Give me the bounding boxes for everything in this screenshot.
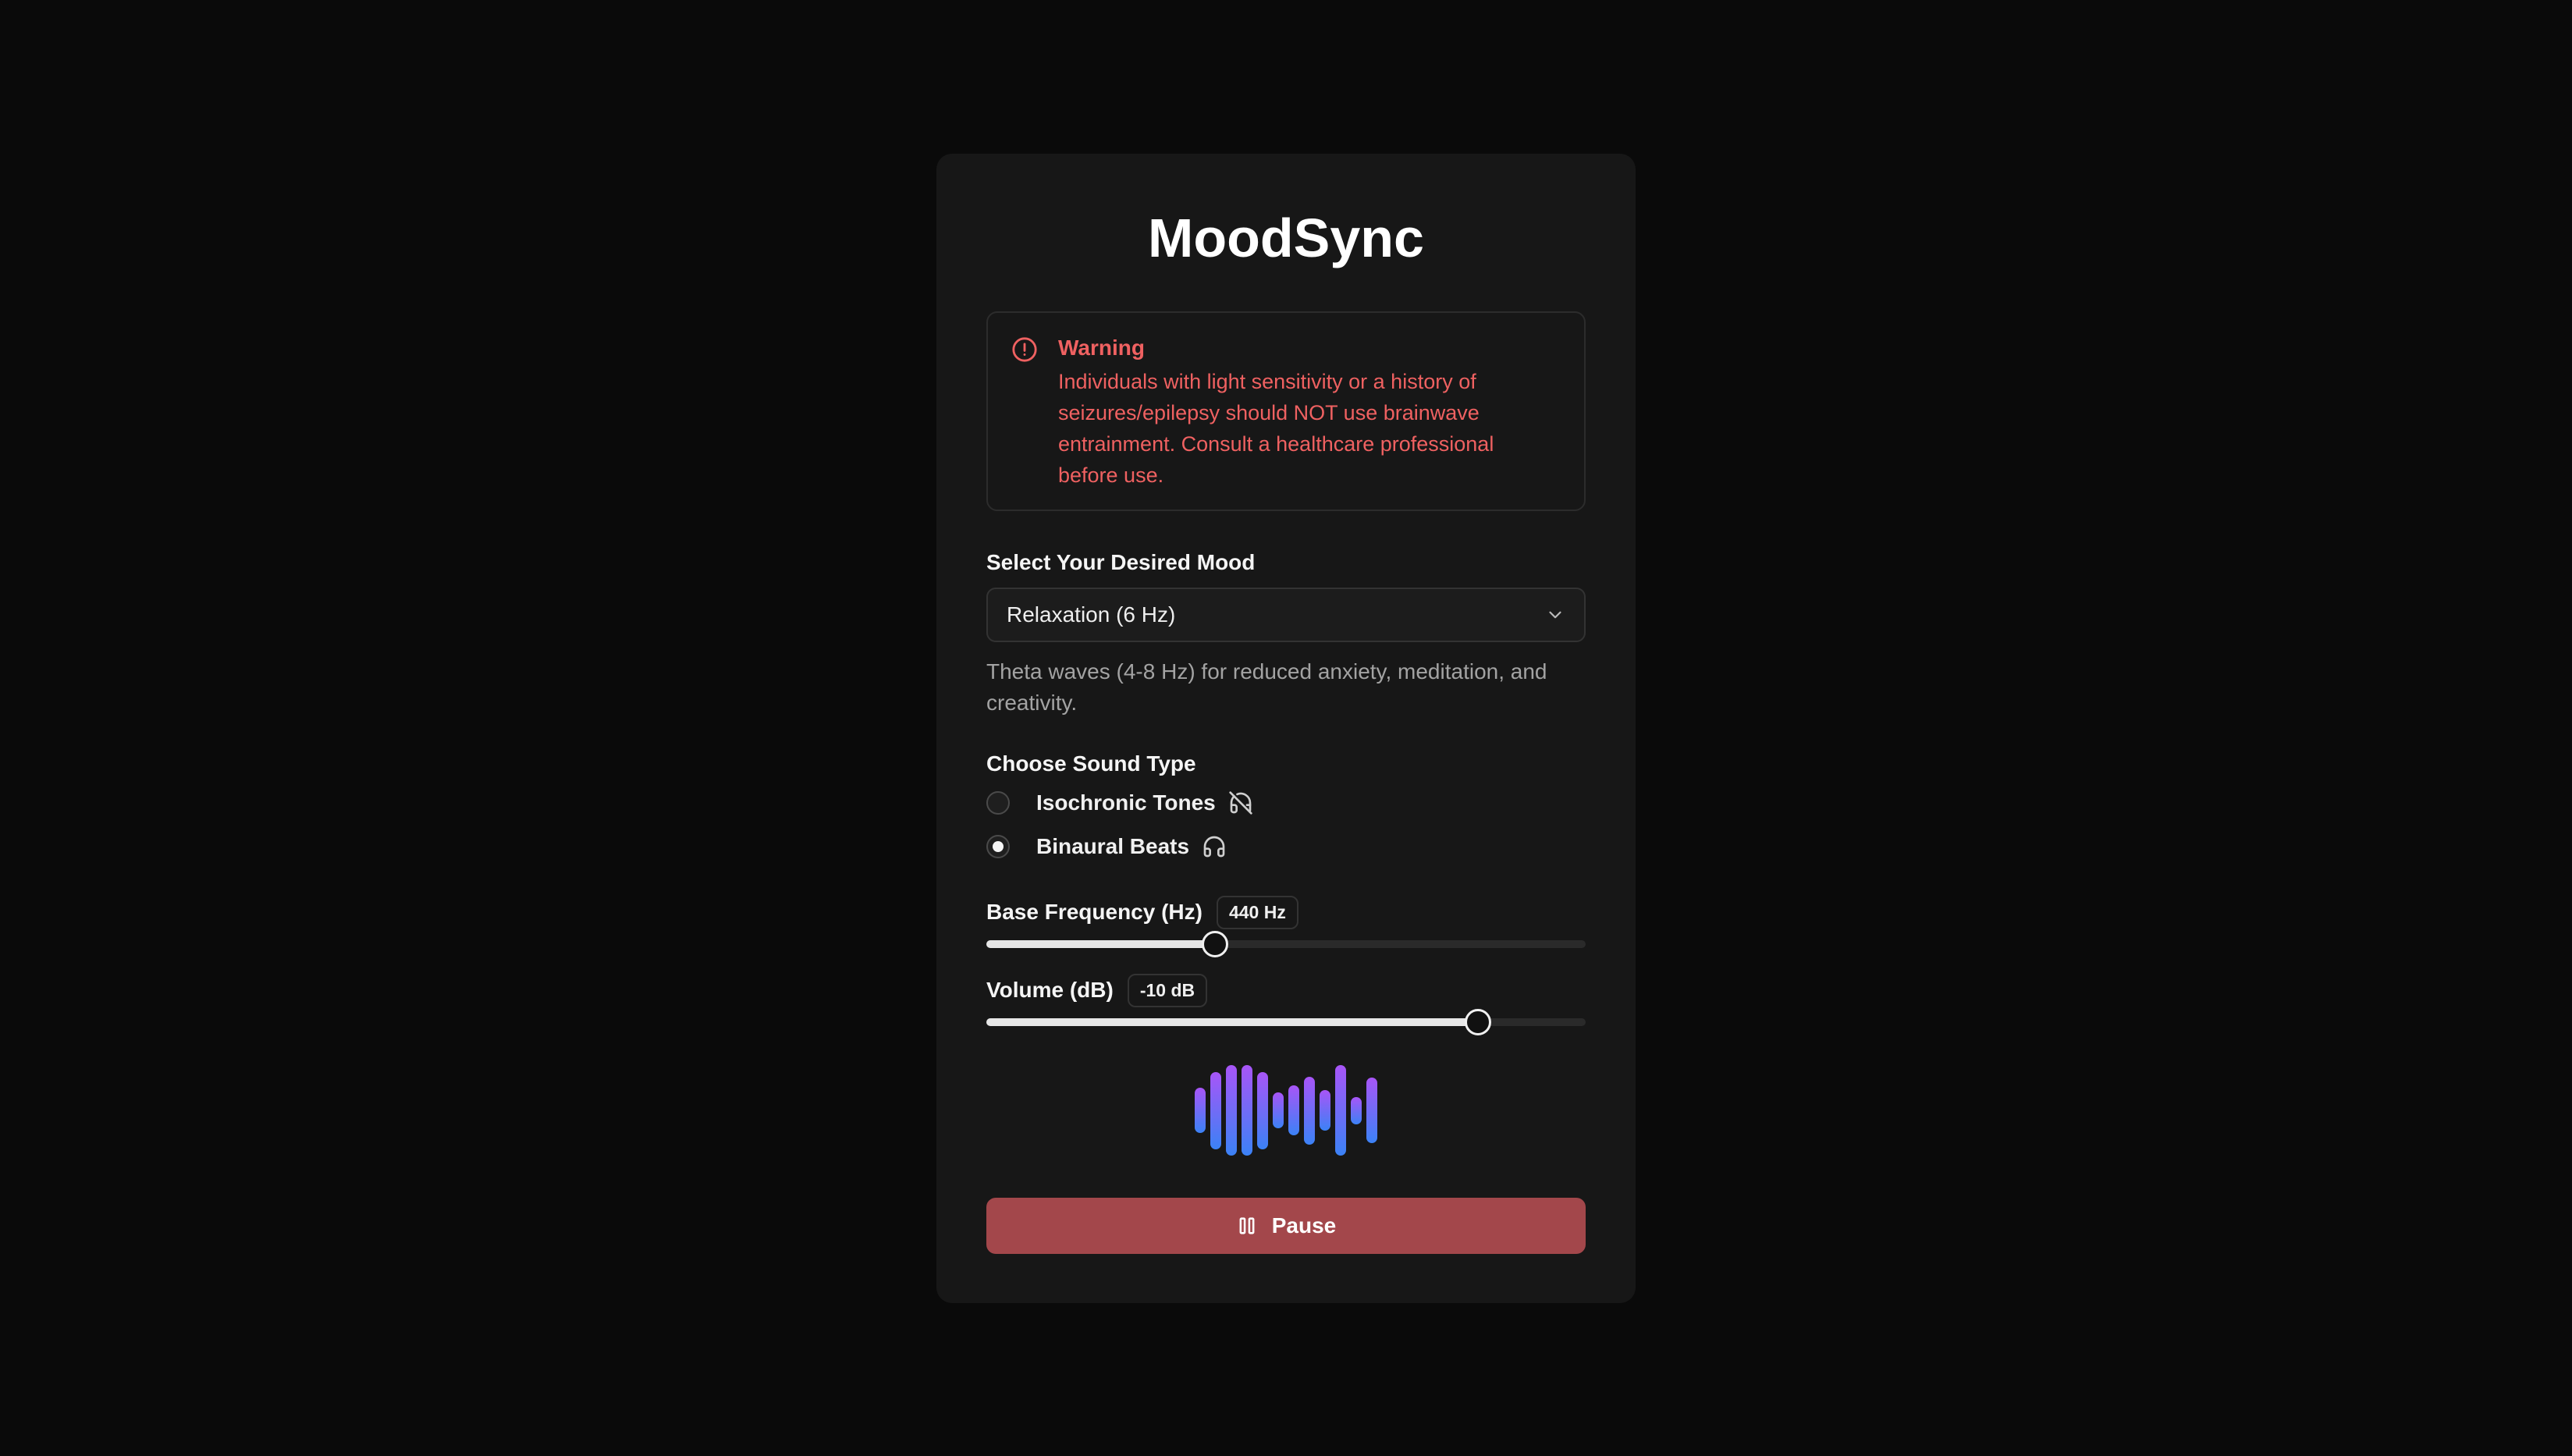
frequency-value-badge: 440 Hz [1216, 895, 1298, 929]
radio-label-binaural: Binaural Beats [1036, 834, 1190, 858]
visualizer-bar [1210, 1071, 1221, 1149]
mood-label: Select Your Desired Mood [986, 550, 1256, 574]
frequency-slider-fill [986, 940, 1216, 948]
frequency-slider[interactable] [986, 931, 1586, 957]
visualizer-bar [1320, 1090, 1330, 1131]
visualizer-bar [1242, 1065, 1252, 1156]
warning-heading: Warning [1058, 336, 1145, 360]
headphones-icon [1203, 836, 1225, 858]
alert-circle-icon [1012, 337, 1037, 362]
frequency-header: Base Frequency (Hz) 440 Hz [986, 895, 1586, 929]
frequency-label: Base Frequency (Hz) [986, 900, 1203, 924]
visualizer-bar [1273, 1092, 1284, 1128]
app-title: MoodSync [1148, 208, 1424, 268]
visualizer-bar [1335, 1065, 1346, 1156]
volume-slider-fill [986, 1018, 1478, 1026]
pause-icon [1239, 1217, 1255, 1234]
visualizer-bar [1257, 1071, 1268, 1149]
visualizer-bar [1195, 1088, 1206, 1133]
volume-header: Volume (dB) -10 dB [986, 973, 1586, 1007]
warning-text: Individuals with light sensitivity or a … [1058, 370, 1494, 487]
moodsync-card: MoodSync Warning Individuals with light … [936, 154, 1636, 1303]
volume-slider-thumb[interactable] [1464, 1009, 1491, 1035]
frequency-slider-thumb[interactable] [1202, 931, 1229, 957]
audio-visualizer [986, 1065, 1586, 1156]
volume-slider[interactable] [986, 1009, 1586, 1035]
sound-type-label: Choose Sound Type [986, 751, 1196, 776]
radio-button-isochronic[interactable] [986, 791, 1010, 815]
chevron-down-icon [1549, 611, 1561, 619]
pause-button[interactable]: Pause [986, 1198, 1586, 1254]
pause-button-label: Pause [1271, 1213, 1337, 1238]
mood-select[interactable]: Relaxation (6 Hz) [986, 588, 1586, 642]
radio-selected-dot [993, 841, 1004, 852]
radio-binaural-beats[interactable]: Binaural Beats [986, 828, 1586, 865]
headphones-off-icon [1229, 791, 1252, 815]
visualizer-bar [1366, 1078, 1377, 1143]
volume-label: Volume (dB) [986, 978, 1114, 1002]
radio-label-isochronic: Isochronic Tones [1036, 790, 1216, 815]
visualizer-bar [1351, 1096, 1362, 1124]
mood-select-value: Relaxation (6 Hz) [1007, 602, 1176, 627]
radio-isochronic-tones[interactable]: Isochronic Tones [986, 784, 1586, 822]
mood-description: Theta waves (4-8 Hz) for reduced anxiety… [986, 659, 1547, 715]
radio-button-binaural[interactable] [986, 835, 1010, 858]
visualizer-bar [1304, 1076, 1315, 1145]
volume-value-badge: -10 dB [1127, 973, 1208, 1007]
warning-alert: Warning Individuals with light sensitivi… [986, 311, 1586, 511]
visualizer-bar [1226, 1065, 1237, 1156]
visualizer-bar [1288, 1085, 1299, 1135]
